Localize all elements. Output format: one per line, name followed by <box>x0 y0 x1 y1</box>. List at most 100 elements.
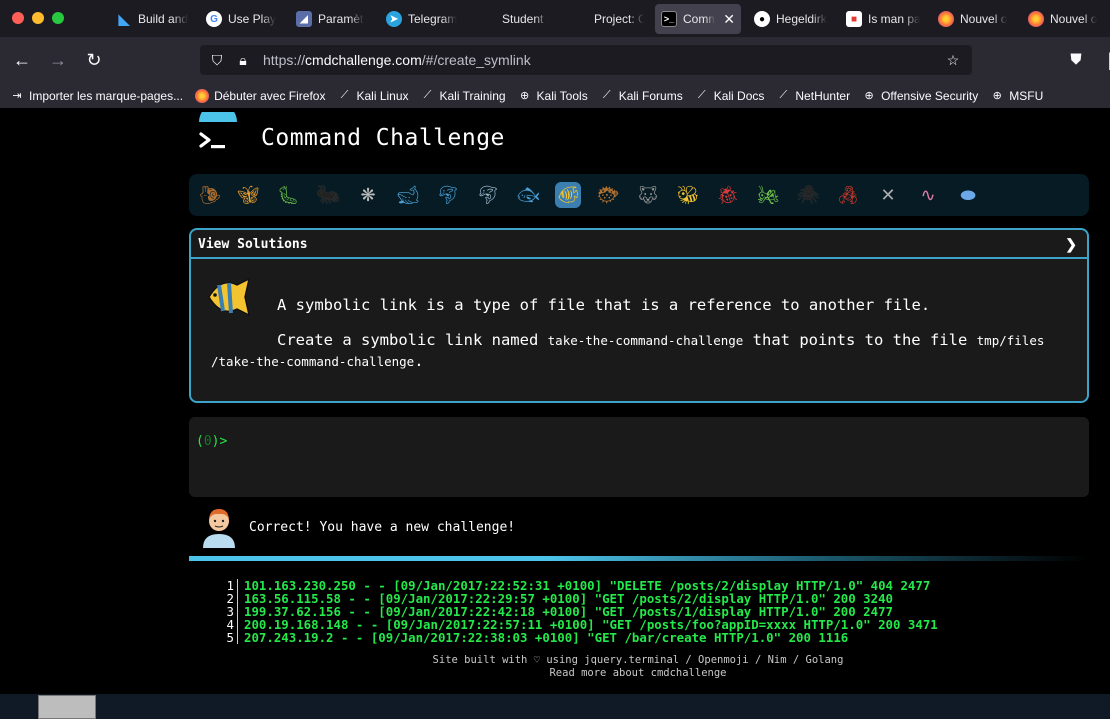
lock-icon[interactable]: 🔒︎ <box>234 51 252 69</box>
fullscreen-window-button[interactable] <box>52 12 64 24</box>
bookmark-msfu[interactable]: ⊕ MSFU <box>990 89 1044 103</box>
dolphin-icon[interactable]: 🐬︎ <box>435 182 461 208</box>
kali-icon: ⟋ <box>340 89 349 101</box>
scorpion-icon[interactable]: 🦂︎ <box>835 182 861 208</box>
google-icon: G <box>206 11 222 27</box>
link-name-code: take-the-command-challenge <box>547 333 744 348</box>
ant-icon[interactable]: 🐜︎ <box>315 182 341 208</box>
tab-label: Use Play <box>228 12 277 26</box>
microbe-icon[interactable]: ⬬ <box>955 182 981 208</box>
tab-label: Is man pa <box>868 12 920 26</box>
challenge-intro: A symbolic link is a type of file that i… <box>277 296 931 314</box>
tropical-fish-icon <box>208 277 251 317</box>
forward-icon[interactable]: → <box>48 50 68 70</box>
tab-build-and[interactable]: ◣ Build and <box>110 4 196 34</box>
tab-label: Nouvel o <box>960 12 1008 26</box>
tab-project[interactable]: Project: C <box>566 4 650 34</box>
dolphin-2-icon[interactable]: 🐬︎ <box>475 182 501 208</box>
firefox-icon <box>938 11 954 27</box>
bookmark-kali-forums[interactable]: ⟋ Kali Forums <box>600 89 683 103</box>
bookmark-offensive-security[interactable]: ⊕ Offensive Security <box>862 89 978 103</box>
tab-use-play[interactable]: G Use Play <box>200 4 284 34</box>
view-solutions-label[interactable]: View Solutions <box>198 237 308 252</box>
github-icon: ● <box>754 11 770 27</box>
tab-label: Project: C <box>594 12 644 26</box>
tab-nouvel-onglet-2[interactable]: Nouvel o <box>1022 4 1110 34</box>
tab-label: Telegram <box>408 12 458 26</box>
settings-page-icon: ◢ <box>296 11 312 27</box>
tab-label: Student c <box>502 12 548 26</box>
tab-bar: ◣ Build and G Use Play ◢ Paramètr ➤ Tele… <box>0 0 1110 37</box>
fish-icon[interactable]: 🐟︎ <box>515 182 541 208</box>
ladybug-icon[interactable]: 🐞︎ <box>715 182 741 208</box>
globe-icon: ⊕ <box>992 90 1002 102</box>
reload-icon[interactable]: ↻ <box>84 50 104 70</box>
minimize-window-button[interactable] <box>32 12 44 24</box>
site-title: Command Challenge <box>261 125 505 151</box>
wolf-icon[interactable]: 🐺︎ <box>635 182 661 208</box>
telegram-icon: ➤ <box>386 11 402 27</box>
address-bar[interactable]: ⛉ 🔒︎ https://cmdchallenge.com/#/create_s… <box>200 45 972 75</box>
navigation-toolbar: ← → ↻ ⛉ 🔒︎ https://cmdchallenge.com/#/cr… <box>0 37 1110 83</box>
bookmark-kali-docs[interactable]: ⟋ Kali Docs <box>695 89 765 103</box>
close-window-button[interactable] <box>12 12 24 24</box>
spider-icon[interactable]: 🕷︎ <box>795 182 821 208</box>
tab-telegram[interactable]: ➤ Telegram <box>380 4 466 34</box>
tab-command-challenge[interactable]: >_ Comm ✕ <box>655 4 741 34</box>
bookmark-kali-training[interactable]: ⟋ Kali Training <box>421 89 506 103</box>
terminal-prompt: (0)> <box>196 434 228 449</box>
tab-parametres[interactable]: ◢ Paramètr <box>290 4 370 34</box>
url-text[interactable]: https://cmdchallenge.com/#/create_symlin… <box>263 52 531 68</box>
log-line: 5 207.243.19.2 - - [09/Jan/2017:22:38:03 … <box>224 631 938 644</box>
firefox-icon <box>195 88 210 103</box>
terminal-input[interactable]: (0)> <box>189 417 1089 497</box>
bee-icon[interactable]: 🐝︎ <box>675 182 701 208</box>
bookmark-import[interactable]: ⇥ Importer les marque-pages... <box>10 89 183 103</box>
firefox-icon <box>1028 11 1044 27</box>
window-thumbnail[interactable] <box>38 695 96 719</box>
page-icon: ■ <box>846 11 862 27</box>
back-icon[interactable]: ← <box>12 50 32 70</box>
cricket-icon[interactable]: 🦗︎ <box>755 182 781 208</box>
snail-icon[interactable]: 🐌︎ <box>197 182 223 208</box>
spider-web-icon[interactable]: ❋ <box>355 182 381 208</box>
tab-student[interactable]: Student c <box>474 4 554 34</box>
kali-icon: ⟋ <box>602 89 611 101</box>
bookmark-nethunter[interactable]: ⟋ NetHunter <box>776 89 851 103</box>
chevron-right-icon[interactable]: ❯ <box>1065 236 1077 253</box>
pocket-icon[interactable]: ⛊ <box>1066 50 1086 70</box>
bookmark-star-icon[interactable]: ☆ <box>944 51 962 69</box>
view-solutions-header[interactable]: View Solutions ❯ <box>191 230 1087 259</box>
bookmark-debuter-firefox[interactable]: Débuter avec Firefox <box>195 88 325 103</box>
more-menu-icon[interactable]: | <box>1100 50 1110 70</box>
blank-page-icon <box>572 11 588 27</box>
tropical-fish-icon[interactable]: 🐠︎ <box>555 182 581 208</box>
tab-nouvel-onglet-1[interactable]: Nouvel o <box>932 4 1018 34</box>
butterfly-icon[interactable]: 🦋︎ <box>235 182 261 208</box>
feedback-message: Correct! You have a new challenge! <box>249 520 516 535</box>
challenge-emoji-strip: 🐌︎ 🦋︎ 🐛︎ 🐜︎ ❋ 🐋︎ 🐬︎ 🐬︎ 🐟︎ 🐠︎ 🐡︎ 🐺︎ 🐝︎ 🐞︎… <box>189 174 1089 216</box>
globe-icon: ⊕ <box>864 90 874 102</box>
tab-hegeldirk[interactable]: ● Hegeldirk <box>748 4 834 34</box>
terminal-icon: >_ <box>661 11 677 27</box>
caterpillar-icon[interactable]: 🐛︎ <box>275 182 301 208</box>
challenge-task: Create a symbolic link named take-the-co… <box>211 331 1045 370</box>
bookmark-kali-tools[interactable]: ⊕ Kali Tools <box>518 89 588 103</box>
tab-is-man-page[interactable]: ■ Is man pa <box>840 4 926 34</box>
person-avatar-icon <box>203 509 235 548</box>
shield-icon[interactable]: ⛉ <box>208 51 226 69</box>
footer-read-more-link[interactable]: Read more about cmdchallenge <box>83 667 1110 679</box>
whale-icon[interactable]: 🐋︎ <box>395 182 421 208</box>
target-path-code: tmp/files <box>976 333 1045 348</box>
fly-icon[interactable]: ✕ <box>875 182 901 208</box>
worm-icon[interactable]: ∿ <box>915 182 941 208</box>
kali-icon: ⟋ <box>423 89 432 101</box>
blowfish-icon[interactable]: 🐡︎ <box>595 182 621 208</box>
os-dock <box>0 694 1110 719</box>
target-path-code-cont: /take-the-command-challenge <box>211 354 415 369</box>
kali-icon: ⟋ <box>697 89 706 101</box>
close-tab-icon[interactable]: ✕ <box>723 11 735 28</box>
bookmark-kali-linux[interactable]: ⟋ Kali Linux <box>337 89 409 103</box>
progress-bar <box>189 556 1089 561</box>
tab-label: Comm <box>683 12 716 26</box>
